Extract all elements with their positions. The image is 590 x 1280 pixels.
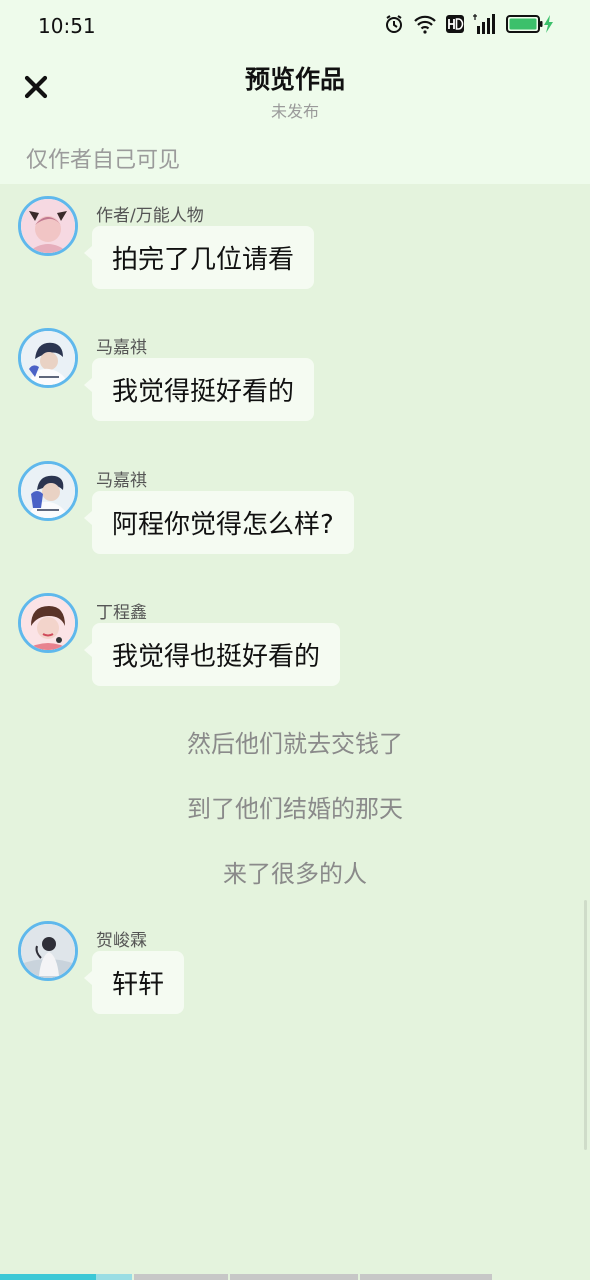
message-bubble[interactable]: 阿程你觉得怎么样?: [84, 491, 354, 554]
message-bubble[interactable]: 我觉得挺好看的: [83, 358, 315, 421]
wifi-icon: [413, 14, 437, 34]
message-bubble[interactable]: 拍完了几位请看: [83, 226, 315, 289]
publish-status: 未发布: [270, 102, 319, 121]
sender-name: 丁程鑫: [96, 603, 147, 623]
narration-text: 然后他们就去交钱了: [187, 730, 403, 758]
page-title: 预览作品: [244, 65, 345, 94]
avatar[interactable]: [18, 921, 78, 981]
scrollbar[interactable]: [584, 900, 587, 1150]
sender-name: 作者/万能人物: [96, 206, 204, 226]
progress-segment: [230, 1274, 358, 1280]
avatar[interactable]: [18, 328, 78, 388]
hd-icon: [446, 15, 464, 33]
chat-message: 丁程鑫 我觉得也挺好看的: [0, 593, 590, 693]
status-time: 10:51: [38, 14, 96, 38]
chat-message: 作者/万能人物 拍完了几位请看: [0, 196, 590, 296]
avatar[interactable]: [18, 196, 78, 256]
progress-segment: [360, 1274, 492, 1280]
chat-message: 马嘉祺 我觉得挺好看的: [0, 328, 590, 428]
avatar[interactable]: [18, 461, 78, 521]
battery-icon: [506, 14, 554, 34]
message-bubble[interactable]: 我觉得也挺好看的: [83, 623, 341, 686]
alarm-icon: [384, 14, 404, 34]
chat-message: 贺峻霖 轩轩: [0, 921, 590, 1021]
header: 10:51 预览作品 未发布 仅作者自己可见: [0, 0, 590, 184]
chat-message: 马嘉祺 阿程你觉得怎么样?: [0, 461, 590, 561]
narration-text: 来了很多的人: [223, 860, 367, 888]
avatar[interactable]: [18, 593, 78, 653]
cellular-signal-icon: [473, 14, 497, 34]
visibility-note: 仅作者自己可见: [26, 148, 181, 173]
progress-segment: [0, 1274, 132, 1280]
message-bubble[interactable]: 轩轩: [83, 951, 185, 1014]
status-bar: 10:51: [0, 0, 590, 52]
status-icons: [384, 14, 554, 34]
sender-name: 马嘉祺: [96, 338, 147, 358]
narration-text: 到了他们结婚的那天: [187, 795, 403, 823]
playback-progress-bar[interactable]: [0, 1274, 590, 1280]
sender-name: 马嘉祺: [96, 471, 147, 491]
progress-segment: [134, 1274, 228, 1280]
sender-name: 贺峻霖: [96, 931, 147, 951]
